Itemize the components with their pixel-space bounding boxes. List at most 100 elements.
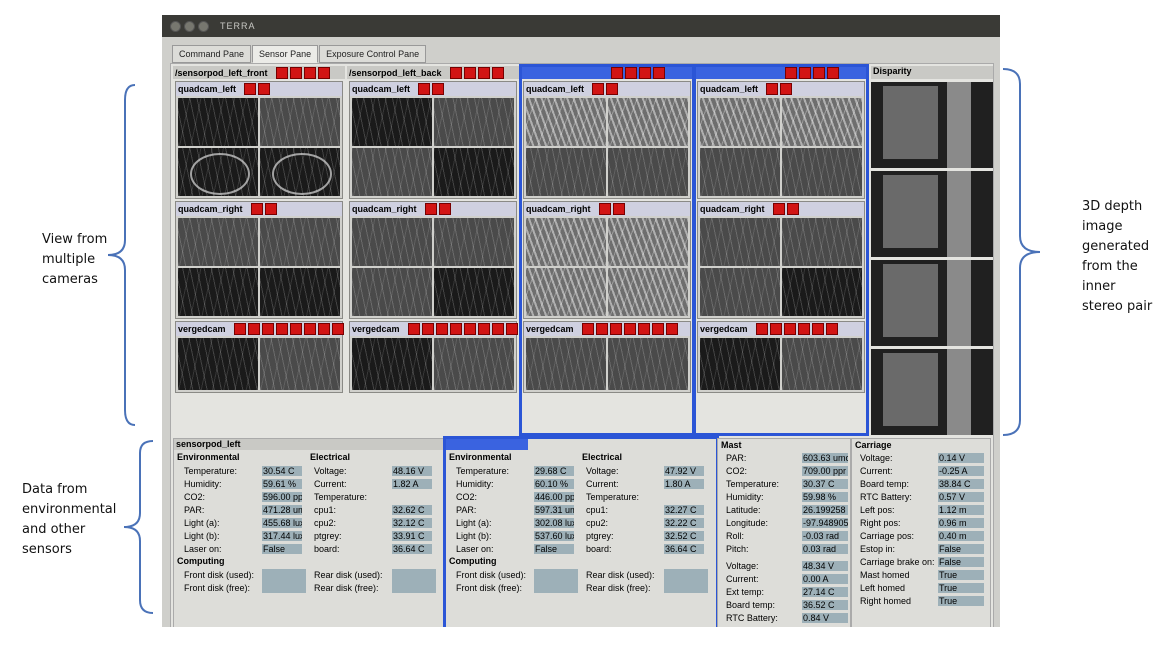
status-red-icon xyxy=(303,66,316,79)
status-indicators xyxy=(448,66,504,79)
camera-image xyxy=(352,98,432,146)
data-row: Front disk (used): xyxy=(456,569,534,581)
data-value: 537.60 lux xyxy=(534,531,574,541)
section-title: Computing xyxy=(449,556,497,566)
data-row: Current: 0.00 A xyxy=(726,573,848,585)
camera-image xyxy=(352,148,432,196)
status-red-icon xyxy=(247,323,260,335)
data-label: Light (a): xyxy=(456,518,492,528)
data-row: Current: -0.25 A xyxy=(860,465,984,477)
data-label: Estop in: xyxy=(860,544,896,554)
data-value: 47.92 V xyxy=(664,466,704,476)
data-label: Current: xyxy=(586,479,619,489)
tab-exposure-control-pane[interactable]: Exposure Control Pane xyxy=(319,45,427,63)
status-red-icon xyxy=(611,66,623,79)
data-label: Left pos: xyxy=(860,505,895,515)
data-label: Temperature: xyxy=(456,466,510,476)
status-red-icon xyxy=(258,83,271,95)
camera-label-text: quadcam_left xyxy=(352,84,411,94)
tab-bar: Command Pane Sensor Pane Exposure Contro… xyxy=(172,45,427,63)
data-value: 33.91 C xyxy=(392,531,432,541)
data-value: True xyxy=(938,570,984,580)
data-row: Voltage: 47.92 V xyxy=(586,465,704,477)
status-red-icon xyxy=(505,323,518,335)
status-red-icon xyxy=(449,323,462,335)
section-title: Computing xyxy=(177,556,225,566)
data-label: Front disk (used): xyxy=(184,570,255,580)
tab-command-pane[interactable]: Command Pane xyxy=(172,45,252,63)
data-value: 0.84 V xyxy=(802,613,848,623)
data-row: Ext temp: 27.14 C xyxy=(726,586,848,598)
camera-image xyxy=(782,218,862,266)
data-row: Front disk (free): xyxy=(184,582,262,594)
annotation-line: 3D depth xyxy=(1082,199,1143,214)
camera-image xyxy=(608,338,688,390)
camera-image xyxy=(526,338,606,390)
data-row: CO2: 709.00 ppr xyxy=(726,465,848,477)
status-indicators xyxy=(597,203,625,215)
data-row: Temperature: xyxy=(314,491,392,503)
status-indicators xyxy=(242,83,271,95)
data-value: 26.199258 xyxy=(802,505,848,515)
status-red-icon xyxy=(491,66,504,79)
data-row: Humidity: 59.98 % xyxy=(726,491,848,503)
data-label: CO2: xyxy=(726,466,748,476)
title-bar: TERRA xyxy=(162,15,1000,37)
disparity-image xyxy=(871,82,993,168)
data-value: 596.00 ppr xyxy=(262,492,302,502)
camera-label: vergedcam xyxy=(176,322,344,336)
status-indicators xyxy=(274,66,330,79)
data-row: cpu2: 32.22 C xyxy=(586,517,704,529)
camera-image xyxy=(178,98,258,146)
quadcam-left-view: quadcam_left xyxy=(175,81,343,199)
status-indicators xyxy=(590,83,619,95)
annotation-line: cameras xyxy=(42,272,98,287)
data-row: Temperature: 30.37 C xyxy=(726,478,848,490)
data-value: 0.96 m xyxy=(938,518,984,528)
disparity-title: Disparity xyxy=(871,66,993,79)
data-label: Ext temp: xyxy=(726,587,765,597)
camera-image xyxy=(526,98,606,146)
section-title: Electrical xyxy=(310,452,351,462)
data-label: Board temp: xyxy=(726,600,776,610)
data-row: CO2: 446.00 ppr xyxy=(456,491,574,503)
close-icon[interactable] xyxy=(170,20,181,32)
status-red-icon xyxy=(233,323,246,335)
data-row: Left homed True xyxy=(860,582,984,594)
column-title: /sensorpod_left_back xyxy=(347,66,519,79)
status-red-icon xyxy=(623,323,636,335)
data-label: RTC Battery: xyxy=(860,492,912,502)
data-row: Front disk (free): xyxy=(456,582,534,594)
camera-image xyxy=(700,148,780,196)
data-label: RTC Battery: xyxy=(726,613,778,623)
quadcam-left-view: quadcam_left xyxy=(523,81,691,199)
status-red-icon xyxy=(421,323,434,335)
vergedcam-view: vergedcam xyxy=(523,321,691,393)
data-row: Laser on: False xyxy=(184,543,302,555)
disparity-image xyxy=(871,349,993,435)
data-label: Rear disk (used): xyxy=(314,570,383,580)
minimize-icon[interactable] xyxy=(184,20,195,32)
quadcam-right-view: quadcam_right xyxy=(523,201,691,319)
data-value: 38.84 C xyxy=(938,479,984,489)
quadcam-right-view: quadcam_right xyxy=(697,201,865,319)
disk-usage-box xyxy=(534,569,578,593)
status-red-icon xyxy=(598,203,611,215)
terra-window: TERRA Command Pane Sensor Pane Exposure … xyxy=(162,15,1000,627)
data-value: 0.00 A xyxy=(802,574,848,584)
data-value: 29.68 C xyxy=(534,466,574,476)
data-label: PAR: xyxy=(456,505,477,515)
camera-image xyxy=(434,98,514,146)
maximize-icon[interactable] xyxy=(198,20,209,32)
camera-image xyxy=(782,338,862,390)
status-red-icon xyxy=(625,66,637,79)
data-row: Right homed True xyxy=(860,595,984,607)
data-value: 27.14 C xyxy=(802,587,848,597)
quadcam-left-view: quadcam_left xyxy=(697,81,865,199)
data-value: 32.52 C xyxy=(664,531,704,541)
section-title: Electrical xyxy=(582,452,623,462)
annotation-line: generated xyxy=(1082,239,1150,254)
camera-image xyxy=(260,268,340,316)
tab-sensor-pane[interactable]: Sensor Pane xyxy=(252,45,319,63)
camera-label: vergedcam xyxy=(698,322,864,336)
